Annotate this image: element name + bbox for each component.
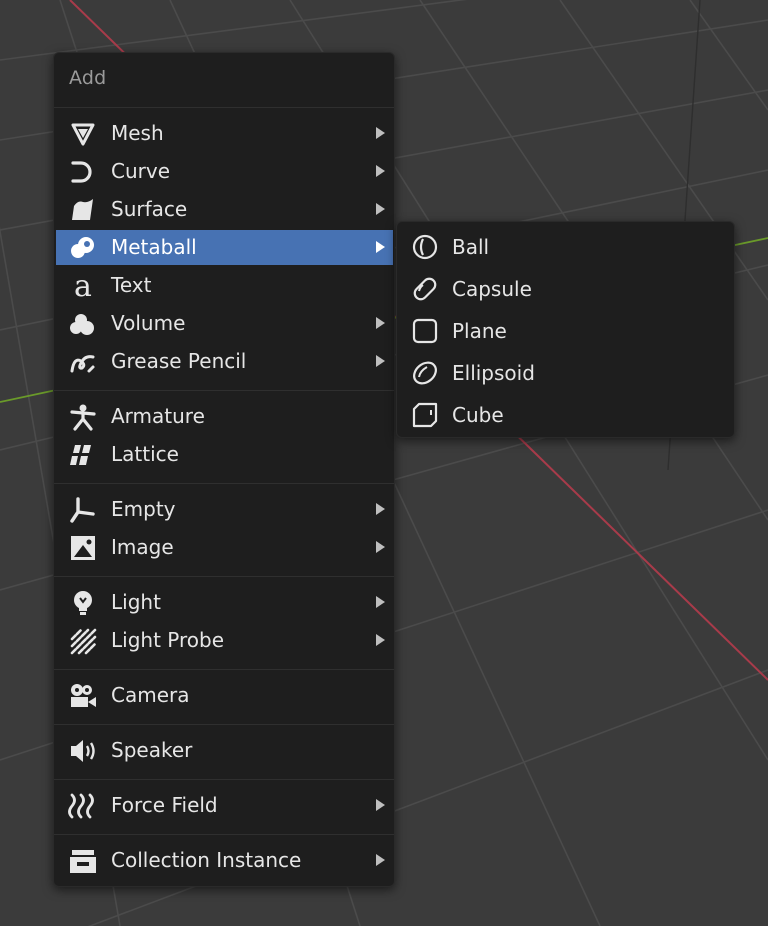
meta-cube-icon	[410, 400, 440, 430]
menu-item-label: Empty	[111, 497, 176, 521]
menu-item-label: Surface	[111, 197, 188, 221]
menu-item-force-field[interactable]: Force Field	[56, 788, 393, 823]
submenu-item-label: Ball	[452, 235, 490, 259]
volume-icon	[68, 309, 98, 339]
force-field-icon	[68, 791, 98, 821]
submenu-arrow-icon	[376, 203, 385, 215]
menu-item-lattice[interactable]: Lattice	[56, 437, 393, 472]
menu-item-label: Volume	[111, 311, 186, 335]
light-probe-icon	[68, 626, 98, 656]
meta-plane-icon	[410, 316, 440, 346]
menu-item-label: Grease Pencil	[111, 349, 247, 373]
menu-item-volume[interactable]: Volume	[56, 306, 393, 341]
menu-item-curve[interactable]: Curve	[56, 154, 393, 189]
separator	[54, 779, 394, 780]
menu-item-camera[interactable]: Camera	[56, 678, 393, 713]
mesh-icon	[68, 119, 98, 149]
image-icon	[68, 533, 98, 563]
submenu-item-ellipsoid[interactable]: Ellipsoid	[399, 354, 732, 392]
menu-item-label: Armature	[111, 404, 205, 428]
empty-icon	[68, 495, 98, 525]
separator	[54, 483, 394, 484]
submenu-arrow-icon	[376, 165, 385, 177]
menu-item-label: Speaker	[111, 738, 193, 762]
menu-item-metaball[interactable]: Metaball	[56, 230, 393, 265]
menu-title: Add	[69, 67, 107, 89]
menu-item-text[interactable]: a Text	[56, 268, 393, 303]
speaker-icon	[68, 736, 98, 766]
menu-item-grease-pencil[interactable]: Grease Pencil	[56, 344, 393, 379]
metaball-submenu: Ball Capsule Plane Ellipsoid Cube	[396, 221, 735, 438]
submenu-item-label: Ellipsoid	[452, 361, 535, 385]
submenu-arrow-icon	[376, 241, 385, 253]
light-icon	[68, 588, 98, 618]
menu-item-image[interactable]: Image	[56, 530, 393, 565]
menu-item-label: Image	[111, 535, 174, 559]
curve-icon	[68, 157, 98, 187]
meta-ball-icon	[410, 232, 440, 262]
menu-item-label: Collection Instance	[111, 848, 302, 872]
camera-icon	[68, 681, 98, 711]
separator	[54, 107, 394, 108]
separator	[54, 669, 394, 670]
submenu-arrow-icon	[376, 355, 385, 367]
menu-item-label: Text	[111, 273, 152, 297]
collection-instance-icon	[68, 846, 98, 876]
meta-ellipsoid-icon	[410, 358, 440, 388]
submenu-arrow-icon	[376, 317, 385, 329]
separator	[54, 724, 394, 725]
lattice-icon	[68, 440, 98, 470]
separator	[54, 390, 394, 391]
add-menu: Add Mesh Curve Surface Metaball a Text V…	[53, 52, 395, 887]
menu-item-label: Lattice	[111, 442, 179, 466]
submenu-item-label: Capsule	[452, 277, 532, 301]
menu-item-label: Force Field	[111, 793, 218, 817]
menu-item-armature[interactable]: Armature	[56, 399, 393, 434]
submenu-arrow-icon	[376, 799, 385, 811]
menu-item-empty[interactable]: Empty	[56, 492, 393, 527]
submenu-item-plane[interactable]: Plane	[399, 312, 732, 350]
metaball-icon	[68, 233, 98, 263]
submenu-arrow-icon	[376, 503, 385, 515]
svg-text:a: a	[74, 272, 92, 300]
surface-icon	[68, 195, 98, 225]
menu-item-light[interactable]: Light	[56, 585, 393, 620]
menu-item-label: Camera	[111, 683, 190, 707]
submenu-arrow-icon	[376, 596, 385, 608]
menu-item-label: Curve	[111, 159, 171, 183]
submenu-item-label: Plane	[452, 319, 507, 343]
submenu-item-label: Cube	[452, 403, 504, 427]
separator	[54, 576, 394, 577]
submenu-item-capsule[interactable]: Capsule	[399, 270, 732, 308]
submenu-item-ball[interactable]: Ball	[399, 228, 732, 266]
separator	[54, 834, 394, 835]
menu-item-label: Mesh	[111, 121, 164, 145]
meta-capsule-icon	[410, 274, 440, 304]
grease-pencil-icon	[68, 347, 98, 377]
menu-item-speaker[interactable]: Speaker	[56, 733, 393, 768]
armature-icon	[68, 402, 98, 432]
submenu-arrow-icon	[376, 541, 385, 553]
submenu-arrow-icon	[376, 854, 385, 866]
submenu-arrow-icon	[376, 127, 385, 139]
menu-item-label: Light	[111, 590, 161, 614]
menu-item-label: Light Probe	[111, 628, 224, 652]
menu-item-collection-instance[interactable]: Collection Instance	[56, 843, 393, 878]
menu-item-surface[interactable]: Surface	[56, 192, 393, 227]
menu-item-mesh[interactable]: Mesh	[56, 116, 393, 151]
menu-item-light-probe[interactable]: Light Probe	[56, 623, 393, 658]
submenu-item-cube[interactable]: Cube	[399, 396, 732, 434]
text-icon: a	[68, 271, 98, 301]
menu-item-label: Metaball	[111, 235, 197, 259]
submenu-arrow-icon	[376, 634, 385, 646]
